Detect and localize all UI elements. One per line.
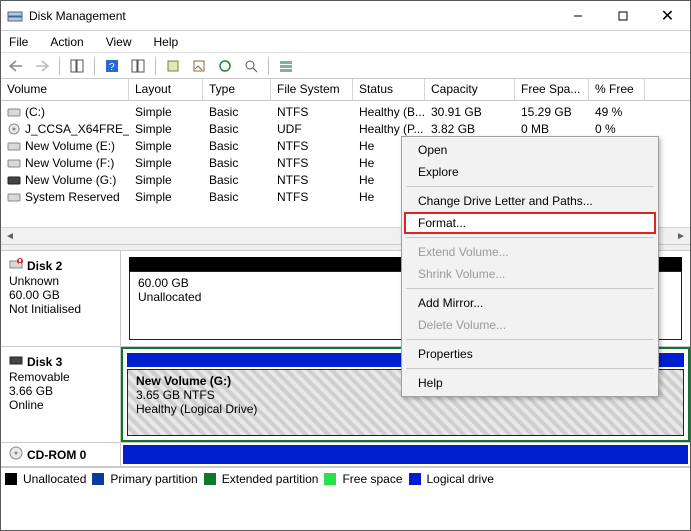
col-capacity[interactable]: Capacity bbox=[425, 79, 515, 100]
disk-info: CD-ROM 0 bbox=[1, 443, 121, 466]
window-buttons: ✕ bbox=[555, 1, 690, 30]
help-icon[interactable]: ? bbox=[101, 55, 123, 77]
col-type[interactable]: Type bbox=[203, 79, 271, 100]
ctx-separator bbox=[406, 339, 654, 340]
close-button[interactable]: ✕ bbox=[645, 1, 690, 30]
ctx-delete: Delete Volume... bbox=[404, 314, 656, 336]
legend: Unallocated Primary partition Extended p… bbox=[1, 467, 690, 489]
scroll-left-icon[interactable]: ◄ bbox=[3, 229, 17, 243]
ctx-separator bbox=[406, 186, 654, 187]
volume-row[interactable]: J_CCSA_X64FRE_E... SimpleBasicUDFHealthy… bbox=[1, 120, 690, 137]
legend-extended-swatch bbox=[204, 473, 216, 485]
maximize-button[interactable] bbox=[600, 1, 645, 30]
ctx-shrink: Shrink Volume... bbox=[404, 263, 656, 285]
menu-action[interactable]: Action bbox=[46, 33, 87, 51]
disk-unknown-icon bbox=[9, 257, 23, 274]
legend-free-swatch bbox=[324, 473, 336, 485]
ctx-separator bbox=[406, 237, 654, 238]
disk-removable-icon bbox=[9, 353, 23, 370]
ctx-format[interactable]: Format... bbox=[404, 212, 656, 234]
refresh-icon[interactable] bbox=[162, 55, 184, 77]
rescan-icon[interactable] bbox=[188, 55, 210, 77]
drive-icon bbox=[7, 106, 21, 118]
drive-icon bbox=[7, 191, 21, 203]
ctx-explore[interactable]: Explore bbox=[404, 161, 656, 183]
action-icon[interactable] bbox=[214, 55, 236, 77]
ctx-separator bbox=[406, 288, 654, 289]
back-button[interactable] bbox=[5, 55, 27, 77]
drive-icon bbox=[7, 140, 21, 152]
legend-unallocated-swatch bbox=[5, 473, 17, 485]
ctx-help[interactable]: Help bbox=[404, 372, 656, 394]
window: Disk Management ✕ File Action View Help … bbox=[0, 0, 691, 531]
minimize-button[interactable] bbox=[555, 1, 600, 30]
volume-row[interactable]: (C:) SimpleBasicNTFSHealthy (B...30.91 G… bbox=[1, 103, 690, 120]
legend-primary-swatch bbox=[92, 473, 104, 485]
col-fs[interactable]: File System bbox=[271, 79, 353, 100]
settings-icon[interactable] bbox=[127, 55, 149, 77]
col-pct[interactable]: % Free bbox=[589, 79, 645, 100]
search-icon[interactable] bbox=[240, 55, 262, 77]
legend-logical-swatch bbox=[409, 473, 421, 485]
ctx-open[interactable]: Open bbox=[404, 139, 656, 161]
col-status[interactable]: Status bbox=[353, 79, 425, 100]
show-hide-button[interactable] bbox=[66, 55, 88, 77]
titlebar: Disk Management ✕ bbox=[1, 1, 690, 31]
drive-icon bbox=[7, 157, 21, 169]
toolbar: ? bbox=[1, 53, 690, 79]
svg-text:?: ? bbox=[109, 62, 115, 73]
menu-view[interactable]: View bbox=[102, 33, 136, 51]
menu-file[interactable]: File bbox=[5, 33, 32, 51]
ctx-properties[interactable]: Properties bbox=[404, 343, 656, 365]
col-volume[interactable]: Volume bbox=[1, 79, 129, 100]
disc-icon bbox=[7, 123, 21, 135]
app-icon bbox=[7, 8, 23, 24]
window-title: Disk Management bbox=[29, 9, 555, 23]
drive-icon bbox=[7, 174, 21, 186]
ctx-extend: Extend Volume... bbox=[404, 241, 656, 263]
ctx-add-mirror[interactable]: Add Mirror... bbox=[404, 292, 656, 314]
cdrom-icon bbox=[9, 446, 23, 463]
ctx-change-letter[interactable]: Change Drive Letter and Paths... bbox=[404, 190, 656, 212]
col-free[interactable]: Free Spa... bbox=[515, 79, 589, 100]
ctx-separator bbox=[406, 368, 654, 369]
col-layout[interactable]: Layout bbox=[129, 79, 203, 100]
context-menu: Open Explore Change Drive Letter and Pat… bbox=[401, 136, 659, 397]
volume-list-header: Volume Layout Type File System Status Ca… bbox=[1, 79, 690, 101]
disk-row[interactable]: CD-ROM 0 bbox=[1, 443, 690, 467]
menubar: File Action View Help bbox=[1, 31, 690, 53]
scroll-right-icon[interactable]: ► bbox=[674, 229, 688, 243]
logical-bar bbox=[123, 445, 688, 464]
forward-button[interactable] bbox=[31, 55, 53, 77]
menu-help[interactable]: Help bbox=[150, 33, 183, 51]
list-icon[interactable] bbox=[275, 55, 297, 77]
disk-info: Disk 2 Unknown 60.00 GB Not Initialised bbox=[1, 251, 121, 346]
disk-info: Disk 3 Removable 3.66 GB Online bbox=[1, 347, 121, 442]
